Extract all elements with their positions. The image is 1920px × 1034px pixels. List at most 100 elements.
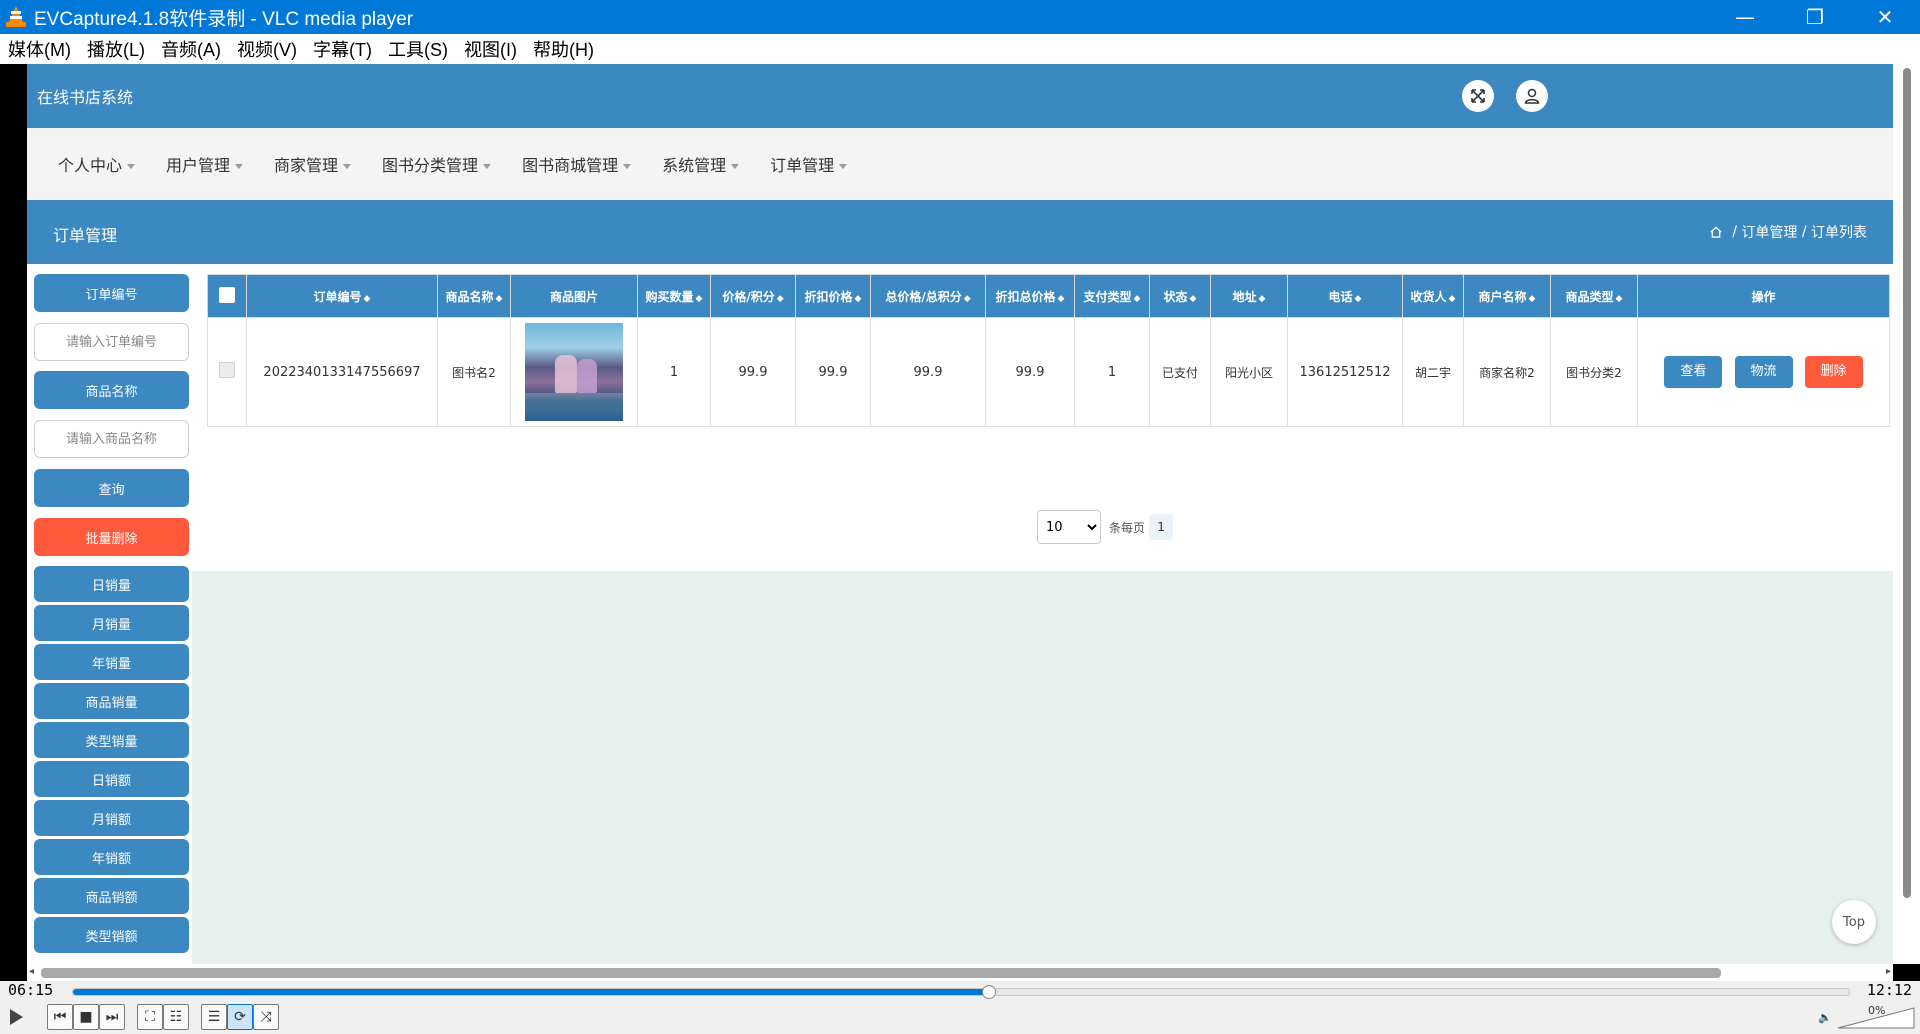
col-address[interactable]: 地址 ◆	[1210, 274, 1288, 318]
maximize-button[interactable]: ❐	[1780, 0, 1850, 34]
cell-price: 99.9	[710, 317, 796, 427]
seek-handle[interactable]	[981, 985, 996, 999]
nav-system-management[interactable]: 系统管理	[662, 152, 740, 176]
vertical-scrollbar[interactable]	[1893, 64, 1920, 964]
order-table-panel: 订单编号 ◆ 商品名称 ◆ 商品图片 购买数量 ◆ 价格/积分 ◆ 折扣价格 ◆ 总价格/…	[192, 264, 1893, 571]
fullscreen-button[interactable]: ⛶	[137, 1004, 163, 1030]
col-discount-total[interactable]: 折扣总价格 ◆	[985, 274, 1075, 318]
col-qty[interactable]: 购买数量 ◆	[637, 274, 711, 318]
col-goods-type[interactable]: 商品类型 ◆	[1550, 274, 1638, 318]
query-button[interactable]: 查询	[34, 469, 189, 507]
type-sales-amount-button[interactable]: 类型销额	[34, 917, 189, 953]
playlist-button[interactable]: ☰	[201, 1004, 227, 1030]
goods-name-input[interactable]	[34, 420, 189, 458]
menu-audio[interactable]: 音频(A)	[161, 36, 221, 62]
cell-total: 99.9	[870, 317, 986, 427]
col-total[interactable]: 总价格/总积分 ◆	[870, 274, 986, 318]
select-all-header[interactable]	[207, 274, 247, 318]
col-pay-type[interactable]: 支付类型 ◆	[1074, 274, 1150, 318]
menu-tools[interactable]: 工具(S)	[388, 36, 448, 62]
cell-phone: 13612512512	[1287, 317, 1403, 427]
nav-category-management[interactable]: 图书分类管理	[382, 152, 492, 176]
col-order-no[interactable]: 订单编号 ◆	[246, 274, 438, 318]
site-header: 在线书店系统	[27, 64, 1893, 128]
menu-subtitle[interactable]: 字幕(T)	[313, 36, 372, 62]
horizontal-scrollbar[interactable]: ◂ ▸	[27, 964, 1893, 981]
menu-playback[interactable]: 播放(L)	[87, 36, 145, 62]
page-number-1[interactable]: 1	[1149, 514, 1174, 540]
next-icon: ⏭	[105, 1009, 119, 1025]
col-goods-name[interactable]: 商品名称 ◆	[437, 274, 511, 318]
yearly-sales-volume-button[interactable]: 年销量	[34, 644, 189, 680]
seek-bar[interactable]	[72, 985, 1850, 999]
loop-button[interactable]: ⟳	[227, 1004, 253, 1030]
monthly-sales-volume-button[interactable]: 月销量	[34, 605, 189, 641]
row-select-cell[interactable]	[207, 317, 247, 427]
row-checkbox[interactable]	[219, 362, 235, 378]
menu-video[interactable]: 视频(V)	[237, 36, 297, 62]
menu-view[interactable]: 视图(I)	[464, 36, 517, 62]
page-size-select[interactable]: 10	[1037, 510, 1101, 544]
batch-delete-button[interactable]: 批量删除	[34, 518, 189, 556]
order-no-input[interactable]	[34, 323, 189, 361]
stop-icon: ■	[79, 1009, 93, 1025]
back-to-top-button[interactable]: Top	[1832, 900, 1876, 944]
nav-user-management[interactable]: 用户管理	[166, 152, 244, 176]
cell-qty: 1	[637, 317, 711, 427]
main-nav: 个人中心 用户管理 商家管理 图书分类管理 图书商城管理 系统管理 订单管理	[27, 128, 1893, 200]
type-sales-volume-button[interactable]: 类型销量	[34, 722, 189, 758]
goods-sales-amount-button[interactable]: 商品销额	[34, 878, 189, 914]
nav-mall-management[interactable]: 图书商城管理	[522, 152, 632, 176]
daily-sales-volume-button[interactable]: 日销量	[34, 566, 189, 602]
video-area: 在线书店系统 个人中心 用户管理 商家管理 图书分类管理 图书商城管理 系统管理…	[0, 64, 1920, 981]
col-merchant[interactable]: 商户名称 ◆	[1463, 274, 1551, 318]
daily-sales-amount-button[interactable]: 日销额	[34, 761, 189, 797]
col-receiver[interactable]: 收货人 ◆	[1402, 274, 1464, 318]
close-button[interactable]: ✕	[1850, 0, 1920, 34]
playlist-icon: ☰	[207, 1009, 221, 1025]
site-logo: 在线书店系统	[37, 88, 134, 107]
goods-sales-volume-button[interactable]: 商品销量	[34, 683, 189, 719]
equalizer-icon: ☷	[169, 1009, 183, 1025]
col-goods-image: 商品图片	[510, 274, 638, 318]
cell-status: 已支付	[1149, 317, 1211, 427]
yearly-sales-amount-button[interactable]: 年销额	[34, 839, 189, 875]
scroll-right-icon[interactable]: ▸	[1886, 966, 1891, 977]
speaker-icon[interactable]: 🔈	[1818, 1011, 1832, 1024]
cell-discount-price: 99.9	[795, 317, 871, 427]
delete-button[interactable]: 删除	[1804, 356, 1863, 388]
minimize-button[interactable]: —	[1710, 0, 1780, 34]
next-button[interactable]: ⏭	[99, 1004, 125, 1030]
order-no-label: 订单编号	[34, 274, 189, 312]
col-discount-price[interactable]: 折扣价格 ◆	[795, 274, 871, 318]
view-button[interactable]: 查看	[1664, 356, 1723, 388]
col-price[interactable]: 价格/积分 ◆	[710, 274, 796, 318]
extended-settings-button[interactable]: ☷	[163, 1004, 189, 1030]
home-icon[interactable]	[1710, 226, 1722, 238]
nav-order-management[interactable]: 订单管理	[770, 152, 848, 176]
previous-button[interactable]: ⏮	[47, 1004, 73, 1030]
fullscreen-icon[interactable]	[1462, 80, 1494, 112]
cell-discount-total: 99.9	[985, 317, 1075, 427]
nav-merchant-management[interactable]: 商家管理	[274, 152, 352, 176]
user-icon[interactable]	[1516, 80, 1548, 112]
monthly-sales-amount-button[interactable]: 月销额	[34, 800, 189, 836]
vlc-cone-icon	[6, 6, 26, 28]
book-cover-image[interactable]	[525, 323, 623, 421]
breadcrumb-order-management[interactable]: 订单管理	[1741, 222, 1797, 242]
select-all-checkbox[interactable]	[219, 286, 235, 303]
filter-panel: 订单编号 商品名称 查询 批量删除 日销量 月销量 年销量 商品销量 类型销量 …	[27, 264, 192, 964]
play-button[interactable]	[2, 1003, 30, 1031]
shuffle-button[interactable]: ⤨	[253, 1004, 279, 1030]
scroll-left-icon[interactable]: ◂	[29, 966, 34, 977]
nav-personal-center[interactable]: 个人中心	[58, 152, 136, 176]
logistics-button[interactable]: 物流	[1734, 356, 1793, 388]
volume-percent: 0%	[1868, 1004, 1886, 1017]
col-status[interactable]: 状态 ◆	[1149, 274, 1211, 318]
menu-help[interactable]: 帮助(H)	[533, 36, 594, 62]
col-phone[interactable]: 电话 ◆	[1287, 274, 1403, 318]
volume-slider[interactable]: 0%	[1836, 1004, 1920, 1030]
cell-order-no: 2022340133147556697	[246, 317, 438, 427]
menu-media[interactable]: 媒体(M)	[8, 36, 71, 62]
stop-button[interactable]: ■	[73, 1004, 99, 1030]
